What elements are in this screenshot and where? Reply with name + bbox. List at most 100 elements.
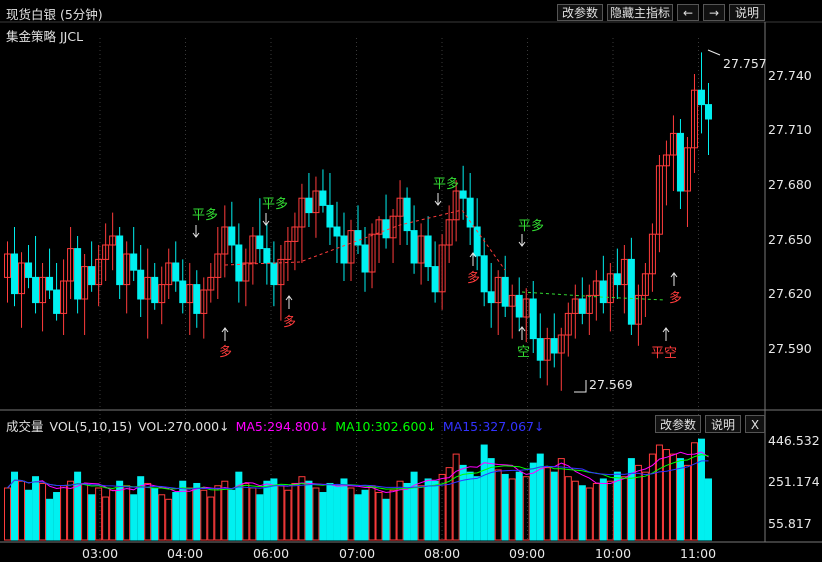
volume-bar xyxy=(151,487,159,541)
candle-down xyxy=(410,230,418,264)
volume-label: 成交量 xyxy=(6,419,44,434)
volume-bar xyxy=(627,458,635,541)
volume-bar xyxy=(445,467,453,541)
volume-bar xyxy=(53,492,61,541)
candle-down xyxy=(130,253,138,271)
candle-down xyxy=(354,230,362,246)
volume-bar xyxy=(452,453,460,541)
volume-bar xyxy=(18,480,26,541)
candle-down xyxy=(403,197,411,232)
volume-bar xyxy=(340,478,348,541)
candle-down xyxy=(382,219,390,239)
volume-bar xyxy=(564,476,572,541)
candle-down xyxy=(32,276,40,304)
time-tick: 11:00 xyxy=(680,546,716,561)
volume-help-button[interactable]: 说明 xyxy=(705,415,741,433)
volume-bar xyxy=(25,489,33,541)
candle-down xyxy=(319,190,327,206)
volume-bar xyxy=(599,478,607,541)
candle-down xyxy=(424,235,432,268)
candle-down xyxy=(172,262,180,282)
volume-bar xyxy=(298,476,306,541)
volume-bar xyxy=(81,482,89,541)
candle-down xyxy=(88,266,96,286)
volume-params-button[interactable]: 改参数 xyxy=(655,415,701,433)
time-tick: 06:00 xyxy=(253,546,289,561)
volume-bar xyxy=(291,482,299,541)
candle-down xyxy=(74,248,82,300)
volume-bar xyxy=(165,498,173,541)
volume-bar xyxy=(508,478,516,541)
price-tick: 27.650 xyxy=(768,232,812,247)
candle-down xyxy=(137,269,145,300)
candle-down xyxy=(704,104,712,120)
ma10-value: MA10:302.600↓ xyxy=(335,419,437,434)
candle-down xyxy=(263,248,271,264)
candle-down xyxy=(53,289,61,314)
volume-bar xyxy=(515,471,523,541)
time-axis: 03:00 04:00 06:00 07:00 08:00 09:00 10:0… xyxy=(82,546,716,561)
volume-value: VOL:270.000↓ xyxy=(138,419,230,434)
volume-bar xyxy=(172,492,180,541)
volume-bar xyxy=(487,458,495,541)
volume-bar xyxy=(669,453,677,541)
price-tick: 27.680 xyxy=(768,177,812,192)
volume-bar xyxy=(347,487,355,541)
price-axis: 27.740 27.710 27.680 27.650 27.620 27.59… xyxy=(768,68,812,356)
volume-bar xyxy=(424,478,432,541)
volume-bar xyxy=(375,492,383,541)
high-price-label: 27.757 xyxy=(723,56,767,71)
time-tick: 10:00 xyxy=(595,546,631,561)
volume-bar xyxy=(613,471,621,541)
high-callout-line xyxy=(707,49,721,56)
volume-bar xyxy=(123,485,131,541)
volume-bar xyxy=(158,494,166,541)
volume-bar xyxy=(60,485,68,541)
volume-bar xyxy=(284,489,292,541)
volume-bar xyxy=(67,480,75,541)
time-tick: 04:00 xyxy=(167,546,203,561)
candle-down xyxy=(480,255,488,293)
volume-bar xyxy=(606,480,614,541)
volume-tick: 446.532 xyxy=(768,433,820,448)
volume-bar xyxy=(571,480,579,541)
time-tick: 09:00 xyxy=(509,546,545,561)
signal-close-long: 平多 xyxy=(192,207,218,223)
volume-bar xyxy=(683,464,691,541)
candle-down xyxy=(228,226,236,246)
volume-bar xyxy=(410,471,418,541)
volume-bar xyxy=(459,464,467,541)
candlestick-chart[interactable]: 平多 平多 平多 平多 多 多 多 空 多 平空 27.757 27.569 2… xyxy=(0,0,822,562)
volume-tick: 251.174 xyxy=(768,474,820,489)
candle-down xyxy=(676,132,684,192)
volume-bar xyxy=(368,485,376,541)
ma5-value: MA5:294.800↓ xyxy=(235,419,330,434)
candle-down xyxy=(11,253,19,295)
volume-bar xyxy=(256,494,264,541)
time-tick: 03:00 xyxy=(82,546,118,561)
candle-down xyxy=(487,291,495,304)
candle-down xyxy=(305,197,313,214)
volume-bar xyxy=(263,480,271,541)
volume-bar xyxy=(109,489,117,541)
volume-bar xyxy=(95,487,103,541)
signal-short: 空 xyxy=(517,345,530,360)
volume-bar xyxy=(473,476,481,541)
candle-down xyxy=(515,294,523,318)
volume-bar xyxy=(242,482,250,541)
volume-bar xyxy=(277,485,285,541)
candle-down xyxy=(599,280,607,304)
signal-close-long: 平多 xyxy=(518,218,544,234)
volume-bar xyxy=(480,444,488,541)
volume-bar xyxy=(417,485,425,541)
ma15-value: MA15:327.067↓ xyxy=(442,419,545,434)
volume-bar xyxy=(431,480,439,541)
volume-bar xyxy=(249,487,257,541)
time-tick: 07:00 xyxy=(339,546,375,561)
volume-bar xyxy=(557,458,565,541)
volume-bar xyxy=(354,494,362,541)
volume-bar xyxy=(662,449,670,541)
candle-down xyxy=(697,89,705,106)
close-volume-button[interactable]: X xyxy=(745,415,765,433)
candle-down xyxy=(116,235,124,286)
